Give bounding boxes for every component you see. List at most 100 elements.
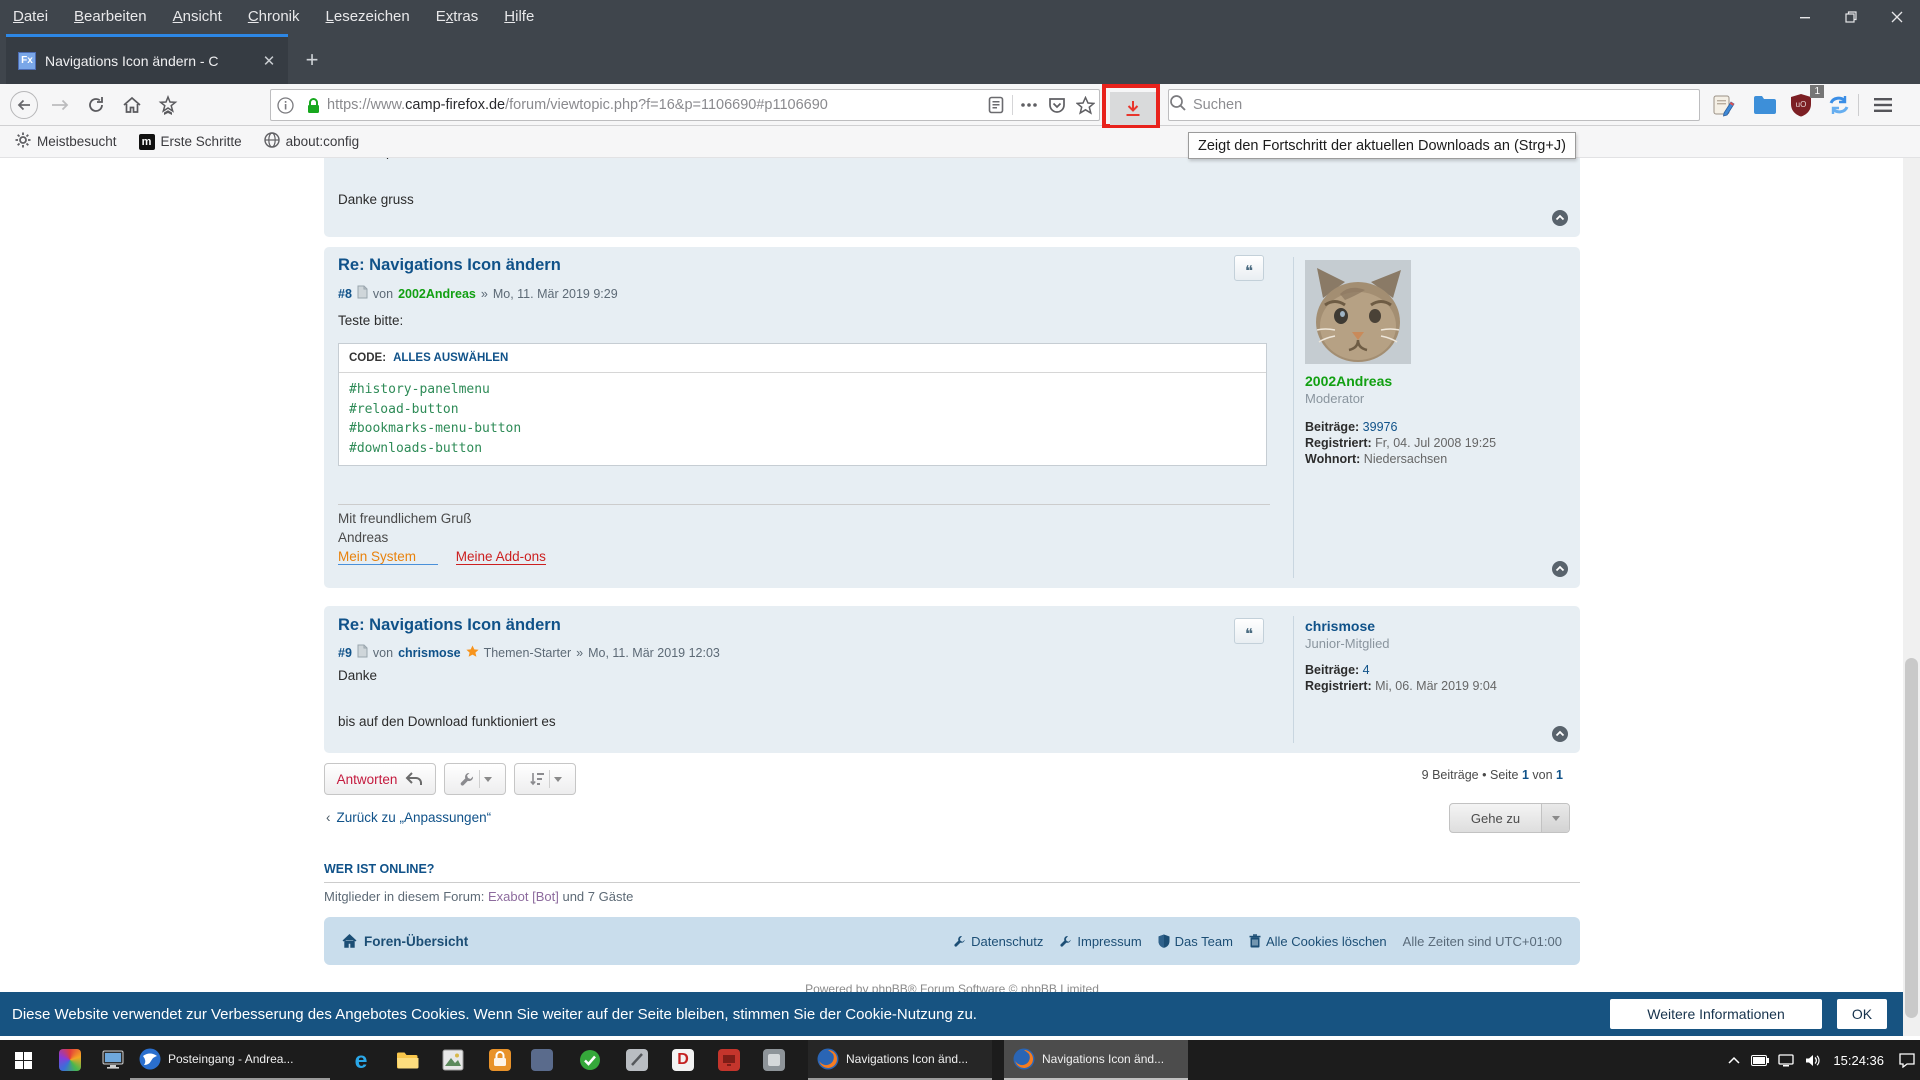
back-icon[interactable] bbox=[8, 89, 40, 121]
page-info-icon[interactable] bbox=[271, 97, 299, 114]
post-8-panel: Re: Navigations Icon ändern #8 von 2002A… bbox=[324, 247, 1580, 588]
reader-mode-icon[interactable] bbox=[982, 96, 1010, 114]
menu-bearbeiten[interactable]: Bearbeiten bbox=[61, 0, 160, 34]
tray-expand-icon[interactable] bbox=[1721, 1056, 1747, 1064]
taskbar-clock[interactable]: 15:24:36 bbox=[1833, 1053, 1884, 1068]
paint-app-icon[interactable] bbox=[58, 1048, 82, 1072]
speaker-icon[interactable] bbox=[1799, 1054, 1825, 1067]
taskbar-firefox-button-1[interactable]: Navigations Icon änd... bbox=[808, 1040, 992, 1080]
menu-extras[interactable]: Extras bbox=[423, 0, 492, 34]
dvbviewer-icon[interactable]: D bbox=[671, 1048, 695, 1072]
orange-app-icon[interactable] bbox=[488, 1048, 512, 1072]
menu-datei[interactable]: Datei bbox=[0, 0, 61, 34]
post-number[interactable]: #8 bbox=[338, 287, 352, 301]
profile-label: Registriert: bbox=[1305, 679, 1372, 693]
foren-uebersicht-link[interactable]: Foren-Übersicht bbox=[342, 934, 468, 949]
cookies-loeschen-link[interactable]: Alle Cookies löschen bbox=[1249, 934, 1387, 949]
weitere-informationen-button[interactable]: Weitere Informationen bbox=[1610, 999, 1822, 1029]
code-content[interactable]: #history-panelmenu #reload-button #bookm… bbox=[339, 373, 1266, 465]
network-icon[interactable] bbox=[1773, 1054, 1799, 1067]
topic-tools-button[interactable] bbox=[444, 763, 506, 795]
post-title[interactable]: Re: Navigations Icon ändern bbox=[338, 256, 561, 275]
explorer-folder-icon[interactable] bbox=[395, 1048, 419, 1072]
new-tab-button[interactable]: + bbox=[296, 44, 328, 76]
taskbar-firefox-button-2[interactable]: Navigations Icon änd... bbox=[1004, 1040, 1188, 1080]
post-number[interactable]: #9 bbox=[338, 646, 352, 660]
action-center-icon[interactable] bbox=[1894, 1053, 1920, 1068]
tab-navigations-icon-aendern[interactable]: Fx Navigations Icon ändern - C ✕ bbox=[6, 34, 288, 84]
scroll-top-icon[interactable] bbox=[1552, 726, 1568, 747]
bookmark-star-icon[interactable] bbox=[1071, 96, 1099, 115]
post-author-link[interactable]: 2002Andreas bbox=[398, 287, 476, 301]
profile-name[interactable]: chrismose bbox=[1305, 618, 1375, 634]
page-scrollbar[interactable] bbox=[1903, 158, 1920, 1036]
antivirus-check-icon[interactable] bbox=[578, 1048, 602, 1072]
bookmarks-toolbar: Meistbesucht m Erste Schritte about:conf… bbox=[0, 126, 1920, 158]
bookmark-meistbesucht[interactable]: Meistbesucht bbox=[8, 130, 124, 154]
datenschutz-link[interactable]: Datenschutz bbox=[953, 934, 1043, 949]
beitraege-count-link[interactable]: 39976 bbox=[1363, 420, 1398, 434]
mein-system-link[interactable]: Mein System bbox=[338, 549, 438, 565]
menu-hilfe[interactable]: Hilfe bbox=[491, 0, 547, 34]
bookmark-erste-schritte[interactable]: m Erste Schritte bbox=[132, 130, 249, 154]
post-title[interactable]: Re: Navigations Icon ändern bbox=[338, 616, 561, 635]
post-author-link[interactable]: chrismose bbox=[398, 646, 461, 660]
url-bar[interactable]: https://www.camp-firefox.de/forum/viewto… bbox=[270, 89, 1100, 121]
bot-link[interactable]: Exabot [Bot] bbox=[488, 889, 559, 904]
impressum-link[interactable]: Impressum bbox=[1059, 934, 1141, 949]
search-bar[interactable]: Suchen bbox=[1168, 89, 1700, 121]
back-to-forum-link[interactable]: ‹Zurück zu „Anpassungen“ bbox=[326, 810, 491, 825]
menu-chronik[interactable]: Chronik bbox=[235, 0, 313, 34]
minimize-button[interactable] bbox=[1782, 0, 1828, 34]
folder-icon[interactable] bbox=[1748, 89, 1782, 121]
bookmark-about-config[interactable]: about:config bbox=[257, 130, 367, 154]
start-button[interactable] bbox=[0, 1040, 46, 1080]
reload-icon[interactable] bbox=[80, 89, 112, 121]
menu-ansicht[interactable]: Ansicht bbox=[160, 0, 235, 34]
ublock-shield-icon[interactable]: uO 1 bbox=[1784, 89, 1818, 121]
das-team-link[interactable]: Das Team bbox=[1158, 934, 1233, 949]
tab-close-icon[interactable]: ✕ bbox=[258, 50, 280, 72]
quote-button[interactable] bbox=[1234, 255, 1264, 281]
gray-tool-app-icon[interactable] bbox=[762, 1048, 786, 1072]
monitor-app-icon[interactable] bbox=[101, 1048, 125, 1072]
pocket-icon[interactable] bbox=[1043, 96, 1071, 114]
battery-icon[interactable] bbox=[1747, 1055, 1773, 1066]
forward-icon[interactable] bbox=[44, 89, 76, 121]
meine-addons-link[interactable]: Meine Add-ons bbox=[456, 549, 546, 565]
restore-button[interactable] bbox=[1828, 0, 1874, 34]
red-monitor-app-icon[interactable] bbox=[717, 1048, 741, 1072]
notes-icon[interactable] bbox=[1706, 89, 1740, 121]
edge-icon[interactable]: e bbox=[349, 1048, 373, 1072]
page-actions-icon[interactable] bbox=[1015, 103, 1043, 107]
shield-icon bbox=[1158, 934, 1170, 948]
hamburger-menu-icon[interactable] bbox=[1866, 89, 1900, 121]
menu-lesezeichen[interactable]: Lesezeichen bbox=[313, 0, 423, 34]
avatar[interactable] bbox=[1305, 260, 1411, 364]
sync-icon[interactable] bbox=[1822, 89, 1856, 121]
library-icon[interactable] bbox=[152, 89, 184, 121]
gehe-zu-dropdown-icon[interactable] bbox=[1541, 804, 1569, 832]
beitraege-count-link[interactable]: 4 bbox=[1363, 663, 1370, 677]
downloads-button[interactable] bbox=[1110, 92, 1156, 125]
photos-app-icon[interactable] bbox=[441, 1048, 465, 1072]
slate-app-icon[interactable] bbox=[530, 1048, 554, 1072]
close-window-button[interactable] bbox=[1874, 0, 1920, 34]
https-lock-icon[interactable] bbox=[299, 97, 327, 114]
scroll-top-icon[interactable] bbox=[1552, 210, 1568, 231]
profile-name[interactable]: 2002Andreas bbox=[1305, 373, 1392, 389]
cookie-ok-button[interactable]: OK bbox=[1837, 999, 1887, 1029]
home-icon[interactable] bbox=[116, 89, 148, 121]
gehe-zu-button[interactable]: Gehe zu bbox=[1449, 803, 1570, 833]
bookmark-label: about:config bbox=[286, 134, 360, 149]
gray-app-icon[interactable] bbox=[625, 1048, 649, 1072]
antworten-button[interactable]: Antworten bbox=[324, 763, 436, 795]
profile-label: Registriert: bbox=[1305, 436, 1372, 450]
scroll-top-icon[interactable] bbox=[1552, 561, 1568, 582]
taskbar-thunderbird-button[interactable]: Posteingang - Andrea... bbox=[130, 1040, 330, 1080]
quote-button[interactable] bbox=[1234, 618, 1264, 644]
code-select-all-link[interactable]: ALLES AUSWÄHLEN bbox=[393, 352, 508, 364]
post-author-sidebar: 2002Andreas Moderator Beiträge: 39976 Re… bbox=[1293, 257, 1579, 578]
sort-options-button[interactable] bbox=[514, 763, 576, 795]
scrollbar-thumb[interactable] bbox=[1905, 658, 1918, 1018]
